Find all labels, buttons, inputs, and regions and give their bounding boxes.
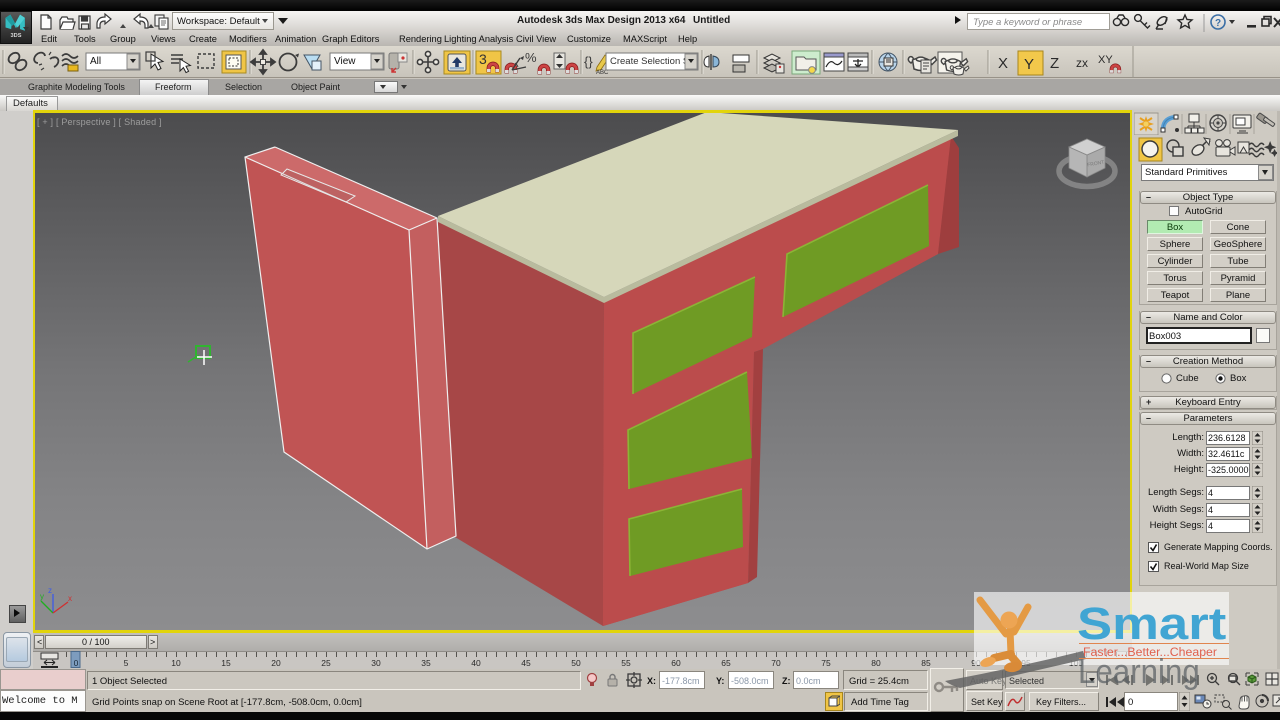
svg-text:40: 40 <box>471 658 481 668</box>
svg-text:20: 20 <box>271 658 281 668</box>
svg-text:75: 75 <box>821 658 831 668</box>
svg-text:55: 55 <box>621 658 631 668</box>
svg-text:85: 85 <box>921 658 931 668</box>
svg-text:50: 50 <box>571 658 581 668</box>
svg-text:Create Selection Se: Create Selection Se <box>610 56 695 67</box>
svg-text:X: X <box>998 55 1008 72</box>
svg-text:{}: {} <box>584 54 593 69</box>
svg-text:Z: Z <box>1050 55 1059 72</box>
svg-text:10: 10 <box>171 658 181 668</box>
svg-text:60: 60 <box>671 658 681 668</box>
svg-text:30: 30 <box>371 658 381 668</box>
svg-text:ABC: ABC <box>596 70 609 76</box>
svg-text:View: View <box>334 56 356 67</box>
svg-text:zx: zx <box>1076 56 1088 70</box>
svg-text:70: 70 <box>771 658 781 668</box>
svg-text:?: ? <box>1215 18 1221 29</box>
svg-text:25: 25 <box>321 658 331 668</box>
svg-text:35: 35 <box>421 658 431 668</box>
svg-text:80: 80 <box>871 658 881 668</box>
svg-text:45: 45 <box>521 658 531 668</box>
svg-text:5: 5 <box>124 658 129 668</box>
svg-text:Y: Y <box>1024 56 1034 73</box>
svg-text:0: 0 <box>74 658 79 668</box>
svg-text:3: 3 <box>479 51 487 67</box>
svg-text:3DS: 3DS <box>11 33 22 39</box>
svg-text:%: % <box>525 50 537 65</box>
svg-text:x: x <box>68 594 72 603</box>
svg-text:XY: XY <box>1098 54 1113 66</box>
svg-text:All: All <box>90 56 101 67</box>
svg-text:z: z <box>48 586 52 595</box>
svg-text:65: 65 <box>721 658 731 668</box>
svg-text:y: y <box>40 592 44 601</box>
svg-text:15: 15 <box>221 658 231 668</box>
